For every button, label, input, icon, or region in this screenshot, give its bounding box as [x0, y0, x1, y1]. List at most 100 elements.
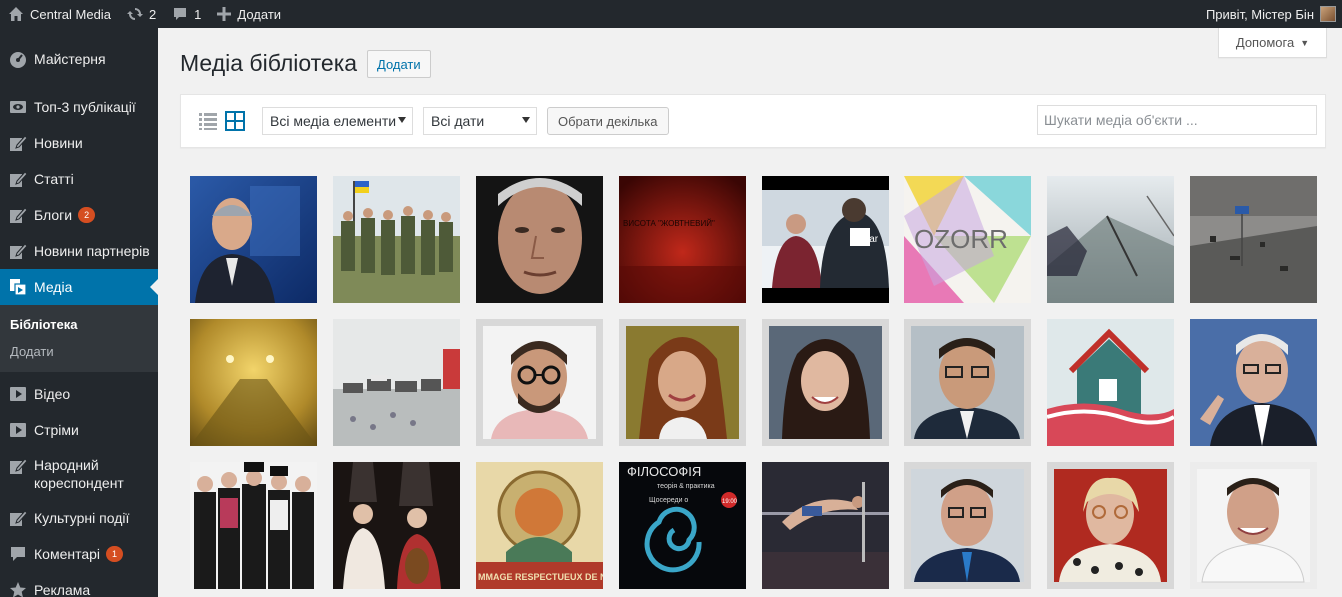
sidebar-item-partner-news[interactable]: Новини партнерів: [0, 233, 158, 269]
poster-text: Щосереди о: [649, 497, 688, 504]
sidebar-item-citizen-reporter[interactable]: Народний кореспондент: [0, 448, 158, 500]
media-item-6[interactable]: OZORR: [904, 176, 1031, 303]
sidebar-item-streams[interactable]: Стріми: [0, 412, 158, 448]
sidebar-item-cultural-events[interactable]: Культурні події: [0, 500, 158, 536]
edit-icon: [8, 205, 28, 225]
avatar: [1320, 6, 1336, 22]
media-item-5[interactable]: Car: [762, 176, 889, 303]
sidebar-item-media[interactable]: Медіа: [0, 269, 158, 305]
media-thumb-image: [904, 462, 1031, 589]
media-type-filter[interactable]: Всі медіа елементи: [262, 107, 413, 135]
media-item-19[interactable]: MMAGE RESPECTUEUX DE NESTL: [476, 462, 603, 589]
bulk-select-button[interactable]: Обрати декілька: [547, 107, 669, 135]
media-item-17[interactable]: [190, 462, 317, 589]
media-thumb-image: [1047, 462, 1174, 589]
updates-menu[interactable]: 2: [119, 0, 164, 28]
chevron-down-icon: [398, 117, 406, 123]
media-item-22[interactable]: [904, 462, 1031, 589]
dashboard-icon: [8, 49, 28, 69]
edit-icon: [8, 169, 28, 189]
poster-text: MMAGE RESPECTUEUX DE NESTL: [478, 572, 603, 582]
media-item-21[interactable]: [762, 462, 889, 589]
blogs-count-badge: 2: [78, 207, 96, 223]
edit-icon: [8, 133, 28, 153]
sidebar-item-label: Стріми: [34, 422, 79, 438]
sidebar-item-label: Коментарі: [34, 546, 101, 562]
media-thumb-image: [762, 319, 889, 446]
media-search-input[interactable]: [1037, 105, 1317, 135]
sidebar-item-label: Новини партнерів: [34, 243, 150, 259]
media-item-24[interactable]: [1190, 462, 1317, 589]
media-thumb-image: [476, 176, 603, 303]
poster-text: Car: [862, 234, 879, 245]
media-thumb-image: [762, 462, 889, 589]
media-item-12[interactable]: [619, 319, 746, 446]
media-item-14[interactable]: [904, 319, 1031, 446]
media-item-7[interactable]: [1047, 176, 1174, 303]
sidebar-item-comments[interactable]: Коментарі 1: [0, 536, 158, 572]
sidebar-item-news[interactable]: Новини: [0, 125, 158, 161]
greeting: Привіт, Містер Бін: [1205, 6, 1314, 22]
sidebar-item-label: Відео: [34, 386, 71, 402]
updates-icon: [126, 8, 143, 20]
poster-text: теорія & практика: [657, 482, 715, 490]
sidebar-item-dashboard[interactable]: Майстерня: [0, 41, 158, 78]
media-thumb-image: [904, 319, 1031, 446]
comment-icon: [174, 8, 187, 20]
media-thumb-image: [333, 319, 460, 446]
media-item-15[interactable]: [1047, 319, 1174, 446]
comments-count-badge: 1: [106, 546, 124, 562]
media-item-9[interactable]: [190, 319, 317, 446]
video-icon: [8, 420, 28, 440]
sidebar-item-blogs[interactable]: Блоги 2: [0, 197, 158, 233]
sidebar-item-video[interactable]: Відео: [0, 376, 158, 412]
media-thumb-image: [190, 462, 317, 589]
media-thumb-image: [333, 176, 460, 303]
media-item-13[interactable]: [762, 319, 889, 446]
poster-text: 19:00: [722, 499, 738, 505]
media-thumb-image: [1047, 319, 1174, 446]
poster-text: OZORR: [914, 224, 1008, 254]
my-account-menu[interactable]: Привіт, Містер Бін: [1198, 0, 1342, 28]
caret-down-icon: ▼: [1300, 37, 1310, 48]
media-item-1[interactable]: [190, 176, 317, 303]
help-tab-button[interactable]: Допомога ▼: [1218, 28, 1327, 58]
sidebar-item-label: Медіа: [34, 279, 73, 295]
media-item-23[interactable]: [1047, 462, 1174, 589]
date-filter[interactable]: Всі дати: [423, 107, 537, 135]
media-item-11[interactable]: [476, 319, 603, 446]
submenu-add[interactable]: Додати: [0, 338, 158, 365]
media-thumb-image: ФІЛОСОФІЯ теорія & практика Щосереди о 19:0…: [619, 462, 746, 589]
star-icon: [8, 580, 28, 597]
media-thumb-image: MMAGE RESPECTUEUX DE NESTL: [476, 462, 603, 589]
media-thumb-image: [333, 462, 460, 589]
add-new-button[interactable]: Додати: [367, 50, 431, 78]
media-item-4[interactable]: ВИСОТА "ЖОВТНЕВИЙ": [619, 176, 746, 303]
media-thumb-image: [190, 176, 317, 303]
media-type-value: Всі медіа елементи: [270, 113, 397, 129]
media-item-8[interactable]: [1190, 176, 1317, 303]
date-filter-value: Всі дати: [431, 113, 485, 129]
sidebar-item-label: Майстерня: [34, 51, 106, 67]
media-item-3[interactable]: [476, 176, 603, 303]
media-thumb-image: OZORR: [904, 176, 1031, 303]
sidebar-item-ads[interactable]: Реклама: [0, 572, 158, 597]
media-thumb-image: [1190, 319, 1317, 446]
media-thumb-image: [1190, 462, 1317, 589]
media-item-20[interactable]: ФІЛОСОФІЯ теорія & практика Щосереди о 19:0…: [619, 462, 746, 589]
sidebar-item-label: Топ-3 публікації: [34, 99, 136, 115]
submenu-library[interactable]: Бібліотека: [0, 311, 158, 338]
sidebar-item-articles[interactable]: Статті: [0, 161, 158, 197]
media-item-18[interactable]: [333, 462, 460, 589]
sidebar-item-top3[interactable]: Топ-3 публікації: [0, 89, 158, 125]
list-view-icon[interactable]: [198, 111, 218, 131]
media-item-2[interactable]: [333, 176, 460, 303]
new-content-menu[interactable]: Додати: [209, 0, 289, 28]
grid-view-icon[interactable]: [225, 111, 245, 131]
poster-text: ФІЛОСОФІЯ: [627, 464, 701, 479]
comments-menu[interactable]: 1: [164, 0, 209, 28]
media-item-16[interactable]: [1190, 319, 1317, 446]
media-item-10[interactable]: [333, 319, 460, 446]
media-submenu: Бібліотека Додати: [0, 305, 158, 372]
site-menu[interactable]: Central Media: [0, 0, 119, 28]
